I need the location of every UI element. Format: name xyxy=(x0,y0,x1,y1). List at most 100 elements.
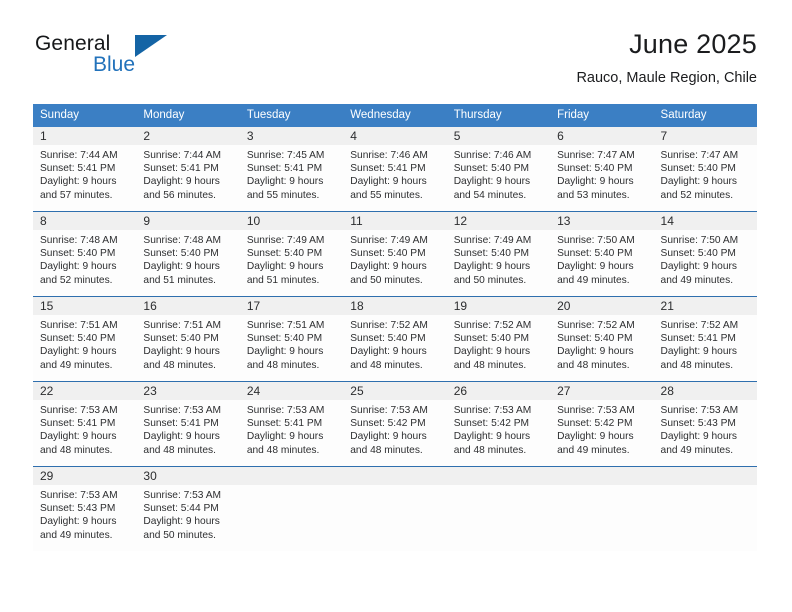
sunrise-text: Sunrise: 7:46 AM xyxy=(453,150,532,161)
sunrise-text: Sunrise: 7:52 AM xyxy=(453,320,532,331)
sunrise-text: Sunrise: 7:52 AM xyxy=(660,320,739,331)
day-cell[interactable]: 13 Sunrise: 7:50 AM Sunset: 5:40 PM Dayl… xyxy=(550,211,654,297)
sunrise-text: Sunrise: 7:46 AM xyxy=(350,150,428,161)
day-details: Sunrise: 7:48 AM Sunset: 5:40 PM Dayligh… xyxy=(136,230,239,296)
day-cell[interactable]: 22 Sunrise: 7:53 AM Sunset: 5:41 PM Dayl… xyxy=(33,381,137,467)
day-cell[interactable]: 28 Sunrise: 7:53 AM Sunset: 5:43 PM Dayl… xyxy=(653,381,757,467)
sunset-text: Sunset: 5:42 PM xyxy=(350,418,426,430)
calendar-week-row: 8 Sunrise: 7:48 AM Sunset: 5:40 PM Dayli… xyxy=(33,211,757,297)
daylight-text-line1: Daylight: 9 hours xyxy=(453,346,531,358)
day-cell[interactable]: 7 Sunrise: 7:47 AM Sunset: 5:40 PM Dayli… xyxy=(653,127,757,212)
sunrise-text: Sunrise: 7:53 AM xyxy=(660,405,739,416)
day-cell[interactable]: 15 Sunrise: 7:51 AM Sunset: 5:40 PM Dayl… xyxy=(33,296,137,382)
daylight-text-line1: Daylight: 9 hours xyxy=(453,431,531,443)
sunset-text: Sunset: 5:41 PM xyxy=(350,163,426,175)
sunset-text: Sunset: 5:40 PM xyxy=(246,248,323,260)
day-cell[interactable]: 20 Sunrise: 7:52 AM Sunset: 5:40 PM Dayl… xyxy=(550,296,654,382)
general-blue-logo[interactable]: General Blue xyxy=(35,32,170,84)
day-details: Sunrise: 7:52 AM Sunset: 5:40 PM Dayligh… xyxy=(343,315,446,381)
day-cell-empty xyxy=(343,466,447,551)
daylight-text-line2: and 50 minutes. xyxy=(453,274,527,286)
day-details: Sunrise: 7:46 AM Sunset: 5:41 PM Dayligh… xyxy=(343,145,446,211)
sunrise-text: Sunrise: 7:50 AM xyxy=(557,235,635,246)
sunset-text: Sunset: 5:41 PM xyxy=(143,163,219,175)
daylight-text-line2: and 53 minutes. xyxy=(557,189,630,201)
day-number: 1 xyxy=(33,127,137,145)
day-number xyxy=(653,467,757,485)
day-cell[interactable]: 14 Sunrise: 7:50 AM Sunset: 5:40 PM Dayl… xyxy=(653,211,757,297)
sunrise-text: Sunrise: 7:53 AM xyxy=(453,405,532,416)
calendar-header-row: Sunday Monday Tuesday Wednesday Thursday… xyxy=(33,104,757,127)
daylight-text-line2: and 48 minutes. xyxy=(143,444,216,456)
day-cell[interactable]: 17 Sunrise: 7:51 AM Sunset: 5:40 PM Dayl… xyxy=(239,296,344,382)
daylight-text-line1: Daylight: 9 hours xyxy=(246,431,324,443)
day-details: Sunrise: 7:48 AM Sunset: 5:40 PM Dayligh… xyxy=(33,230,136,296)
day-cell[interactable]: 29 Sunrise: 7:53 AM Sunset: 5:43 PM Dayl… xyxy=(33,466,137,551)
day-number: 12 xyxy=(446,212,551,230)
daylight-text-line1: Daylight: 9 hours xyxy=(40,346,117,358)
sunset-text: Sunset: 5:41 PM xyxy=(246,418,323,430)
day-details: Sunrise: 7:53 AM Sunset: 5:43 PM Dayligh… xyxy=(654,400,757,466)
day-cell[interactable]: 5 Sunrise: 7:46 AM Sunset: 5:40 PM Dayli… xyxy=(446,127,551,212)
day-cell[interactable]: 18 Sunrise: 7:52 AM Sunset: 5:40 PM Dayl… xyxy=(343,296,447,382)
daylight-text-line2: and 52 minutes. xyxy=(40,274,113,286)
daylight-text-line2: and 51 minutes. xyxy=(246,274,320,286)
daylight-text-line1: Daylight: 9 hours xyxy=(660,431,737,443)
day-details: Sunrise: 7:52 AM Sunset: 5:41 PM Dayligh… xyxy=(654,315,757,381)
daylight-text-line2: and 56 minutes. xyxy=(143,189,216,201)
sunset-text: Sunset: 5:40 PM xyxy=(143,248,219,260)
sunrise-text: Sunrise: 7:53 AM xyxy=(40,405,118,416)
day-cell[interactable]: 3 Sunrise: 7:45 AM Sunset: 5:41 PM Dayli… xyxy=(239,127,344,212)
day-cell[interactable]: 4 Sunrise: 7:46 AM Sunset: 5:41 PM Dayli… xyxy=(343,127,447,212)
day-details: Sunrise: 7:49 AM Sunset: 5:40 PM Dayligh… xyxy=(447,230,550,296)
day-cell[interactable]: 9 Sunrise: 7:48 AM Sunset: 5:40 PM Dayli… xyxy=(136,211,240,297)
daylight-text-line1: Daylight: 9 hours xyxy=(557,346,634,358)
weekday-header-wednesday: Wednesday xyxy=(343,104,447,127)
day-cell[interactable]: 1 Sunrise: 7:44 AM Sunset: 5:41 PM Dayli… xyxy=(33,127,137,212)
day-cell[interactable]: 19 Sunrise: 7:52 AM Sunset: 5:40 PM Dayl… xyxy=(446,296,551,382)
day-cell[interactable]: 25 Sunrise: 7:53 AM Sunset: 5:42 PM Dayl… xyxy=(343,381,447,467)
day-cell[interactable]: 12 Sunrise: 7:49 AM Sunset: 5:40 PM Dayl… xyxy=(446,211,551,297)
day-cell[interactable]: 11 Sunrise: 7:49 AM Sunset: 5:40 PM Dayl… xyxy=(343,211,447,297)
day-number xyxy=(446,467,551,485)
day-cell[interactable]: 30 Sunrise: 7:53 AM Sunset: 5:44 PM Dayl… xyxy=(136,466,240,551)
daylight-text-line1: Daylight: 9 hours xyxy=(660,346,737,358)
daylight-text-line2: and 52 minutes. xyxy=(660,189,734,201)
day-number: 13 xyxy=(550,212,654,230)
day-number: 6 xyxy=(550,127,654,145)
day-cell[interactable]: 23 Sunrise: 7:53 AM Sunset: 5:41 PM Dayl… xyxy=(136,381,240,467)
day-number: 9 xyxy=(136,212,240,230)
sunrise-sunset-calendar-table: Sunday Monday Tuesday Wednesday Thursday… xyxy=(33,104,757,551)
daylight-text-line1: Daylight: 9 hours xyxy=(660,176,737,188)
day-cell[interactable]: 2 Sunrise: 7:44 AM Sunset: 5:41 PM Dayli… xyxy=(136,127,240,212)
daylight-text-line2: and 48 minutes. xyxy=(557,359,630,371)
day-cell[interactable]: 8 Sunrise: 7:48 AM Sunset: 5:40 PM Dayli… xyxy=(33,211,137,297)
sunrise-text: Sunrise: 7:45 AM xyxy=(246,150,325,161)
calendar-body: 1 Sunrise: 7:44 AM Sunset: 5:41 PM Dayli… xyxy=(33,127,757,551)
day-cell[interactable]: 10 Sunrise: 7:49 AM Sunset: 5:40 PM Dayl… xyxy=(239,211,344,297)
day-cell[interactable]: 27 Sunrise: 7:53 AM Sunset: 5:42 PM Dayl… xyxy=(550,381,654,467)
daylight-text-line2: and 57 minutes. xyxy=(40,189,113,201)
sunset-text: Sunset: 5:40 PM xyxy=(453,163,530,175)
day-details: Sunrise: 7:53 AM Sunset: 5:41 PM Dayligh… xyxy=(33,400,136,466)
day-cell[interactable]: 21 Sunrise: 7:52 AM Sunset: 5:41 PM Dayl… xyxy=(653,296,757,382)
day-cell[interactable]: 26 Sunrise: 7:53 AM Sunset: 5:42 PM Dayl… xyxy=(446,381,551,467)
sunrise-text: Sunrise: 7:47 AM xyxy=(660,150,739,161)
day-number: 15 xyxy=(33,297,137,315)
daylight-text-line1: Daylight: 9 hours xyxy=(143,261,220,273)
day-cell-empty xyxy=(653,466,757,551)
sunset-text: Sunset: 5:40 PM xyxy=(40,333,116,345)
day-number: 21 xyxy=(653,297,757,315)
sunrise-text: Sunrise: 7:48 AM xyxy=(40,235,118,246)
daylight-text-line2: and 54 minutes. xyxy=(453,189,527,201)
day-cell[interactable]: 24 Sunrise: 7:53 AM Sunset: 5:41 PM Dayl… xyxy=(239,381,344,467)
day-details: Sunrise: 7:44 AM Sunset: 5:41 PM Dayligh… xyxy=(33,145,136,211)
daylight-text-line1: Daylight: 9 hours xyxy=(40,261,117,273)
day-cell[interactable]: 16 Sunrise: 7:51 AM Sunset: 5:40 PM Dayl… xyxy=(136,296,240,382)
daylight-text-line2: and 49 minutes. xyxy=(40,529,113,541)
day-details xyxy=(343,485,446,551)
day-cell[interactable]: 6 Sunrise: 7:47 AM Sunset: 5:40 PM Dayli… xyxy=(550,127,654,212)
daylight-text-line1: Daylight: 9 hours xyxy=(246,261,324,273)
day-details: Sunrise: 7:53 AM Sunset: 5:42 PM Dayligh… xyxy=(550,400,653,466)
daylight-text-line2: and 55 minutes. xyxy=(350,189,423,201)
